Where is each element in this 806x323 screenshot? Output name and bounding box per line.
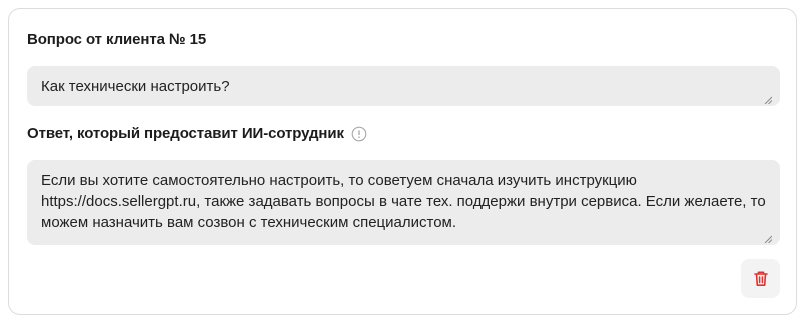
answer-resize-handle[interactable] — [764, 235, 772, 243]
answer-title-label: Ответ, который предоставит ИИ-сотрудник — [27, 125, 344, 142]
question-title: Вопрос от клиента № 15 — [27, 31, 207, 48]
question-field[interactable]: Как технически настроить? — [27, 66, 780, 106]
trash-icon — [753, 271, 768, 286]
delete-button[interactable] — [741, 259, 780, 298]
question-resize-handle[interactable] — [764, 96, 772, 104]
question-card: Вопрос от клиента № 15 Как технически на… — [8, 8, 797, 315]
answer-field[interactable]: Если вы хотите самостоятельно настроить,… — [27, 160, 780, 245]
info-icon[interactable] — [351, 126, 367, 142]
answer-title: Ответ, который предоставит ИИ-сотрудник — [27, 125, 367, 142]
